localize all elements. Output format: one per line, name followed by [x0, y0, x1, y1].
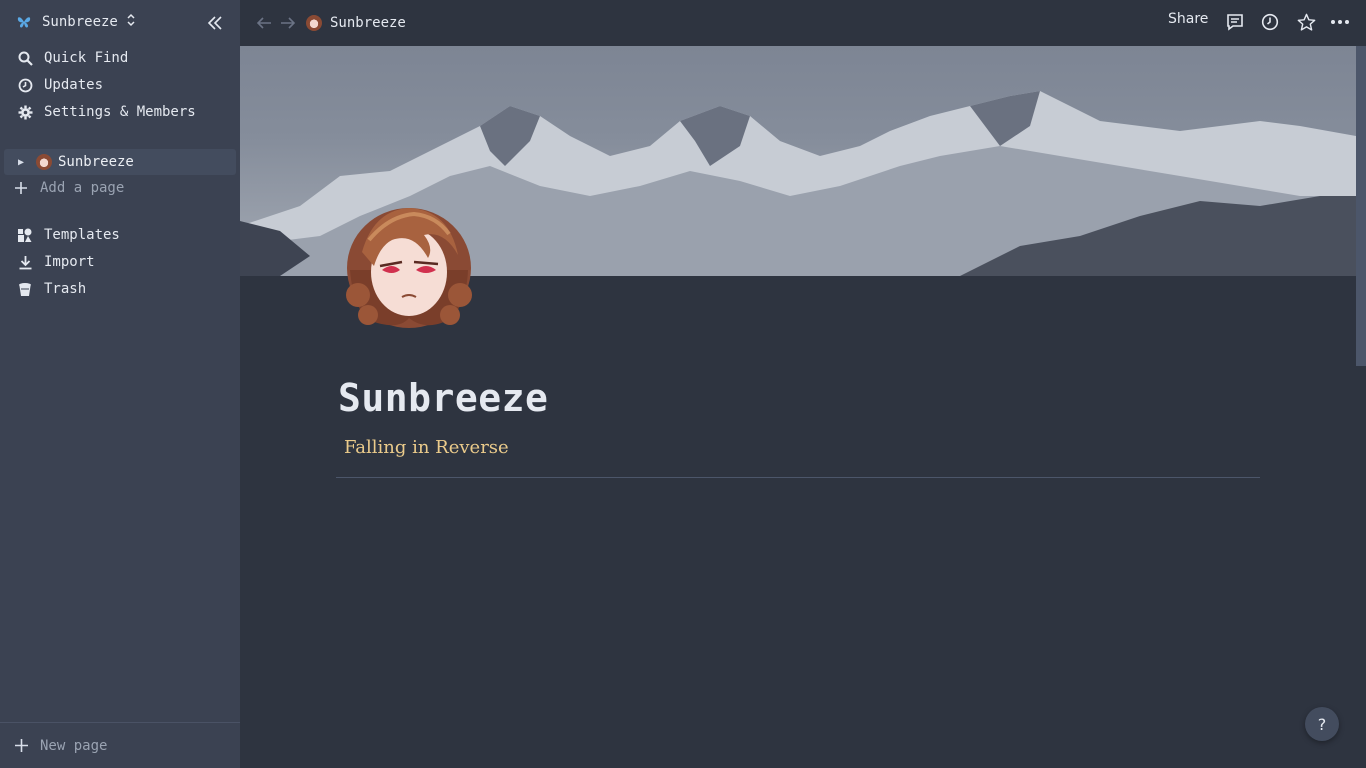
more-icon[interactable]: [1329, 11, 1351, 33]
history-icon[interactable]: [1259, 11, 1281, 33]
plus-icon: [12, 737, 30, 755]
page-avatar-icon: [306, 15, 322, 31]
sidebar-item-label: Settings & Members: [44, 104, 196, 120]
page-title[interactable]: Sunbreeze: [338, 376, 548, 420]
templates-icon: [16, 226, 34, 244]
page-subtitle[interactable]: Falling in Reverse: [344, 437, 509, 458]
sidebar-item-label: Trash: [44, 281, 87, 297]
caret-right-icon[interactable]: ▶: [18, 157, 30, 168]
sidebar-item-trash[interactable]: Trash: [0, 276, 240, 302]
gear-icon: [16, 103, 34, 121]
forward-arrow-icon[interactable]: [278, 13, 298, 33]
star-icon[interactable]: [1295, 11, 1317, 33]
plus-icon: [12, 179, 30, 197]
back-arrow-icon[interactable]: [254, 13, 274, 33]
add-page-label: Add a page: [40, 180, 125, 196]
double-chevron-left-icon: [207, 16, 222, 30]
divider: [336, 477, 1260, 478]
chevron-updown-icon: [126, 13, 136, 31]
sidebar-item-settings[interactable]: Settings & Members: [0, 99, 240, 125]
sidebar-item-label: Import: [44, 254, 95, 270]
sidebar-page-sunbreeze[interactable]: ▶ Sunbreeze: [4, 149, 236, 175]
butterfly-icon: [14, 12, 34, 32]
sidebar-item-label: Updates: [44, 77, 104, 93]
new-page-button[interactable]: New page: [0, 722, 240, 768]
breadcrumb-label: Sunbreeze: [330, 15, 406, 31]
collapse-sidebar-button[interactable]: [204, 12, 226, 34]
workspace-switcher[interactable]: Sunbreeze: [14, 10, 136, 34]
breadcrumb[interactable]: Sunbreeze: [306, 12, 406, 34]
page-avatar-icon: [36, 154, 52, 170]
sidebar-item-import[interactable]: Import: [0, 249, 240, 275]
sidebar-item-templates[interactable]: Templates: [0, 222, 240, 248]
sidebar-item-label: Quick Find: [44, 50, 129, 66]
sidebar-item-quick-find[interactable]: Quick Find: [0, 45, 240, 71]
share-button[interactable]: Share: [1168, 11, 1208, 27]
search-icon: [16, 49, 34, 67]
scrollbar-thumb[interactable]: [1356, 46, 1366, 366]
sidebar-page-label: Sunbreeze: [58, 154, 134, 170]
trash-icon: [16, 280, 34, 298]
add-page-button[interactable]: Add a page: [0, 175, 240, 201]
sidebar: Sunbreeze Quick Find Updates Settings & …: [0, 0, 240, 768]
clock-icon: [16, 76, 34, 94]
page-icon-avatar[interactable]: [344, 200, 474, 330]
sidebar-item-updates[interactable]: Updates: [0, 72, 240, 98]
topbar: Sunbreeze Share: [240, 0, 1366, 46]
comment-icon[interactable]: [1224, 11, 1246, 33]
workspace-name: Sunbreeze: [42, 14, 118, 30]
sidebar-item-label: Templates: [44, 227, 120, 243]
help-button[interactable]: ?: [1305, 707, 1339, 741]
new-page-label: New page: [40, 737, 108, 754]
download-icon: [16, 253, 34, 271]
